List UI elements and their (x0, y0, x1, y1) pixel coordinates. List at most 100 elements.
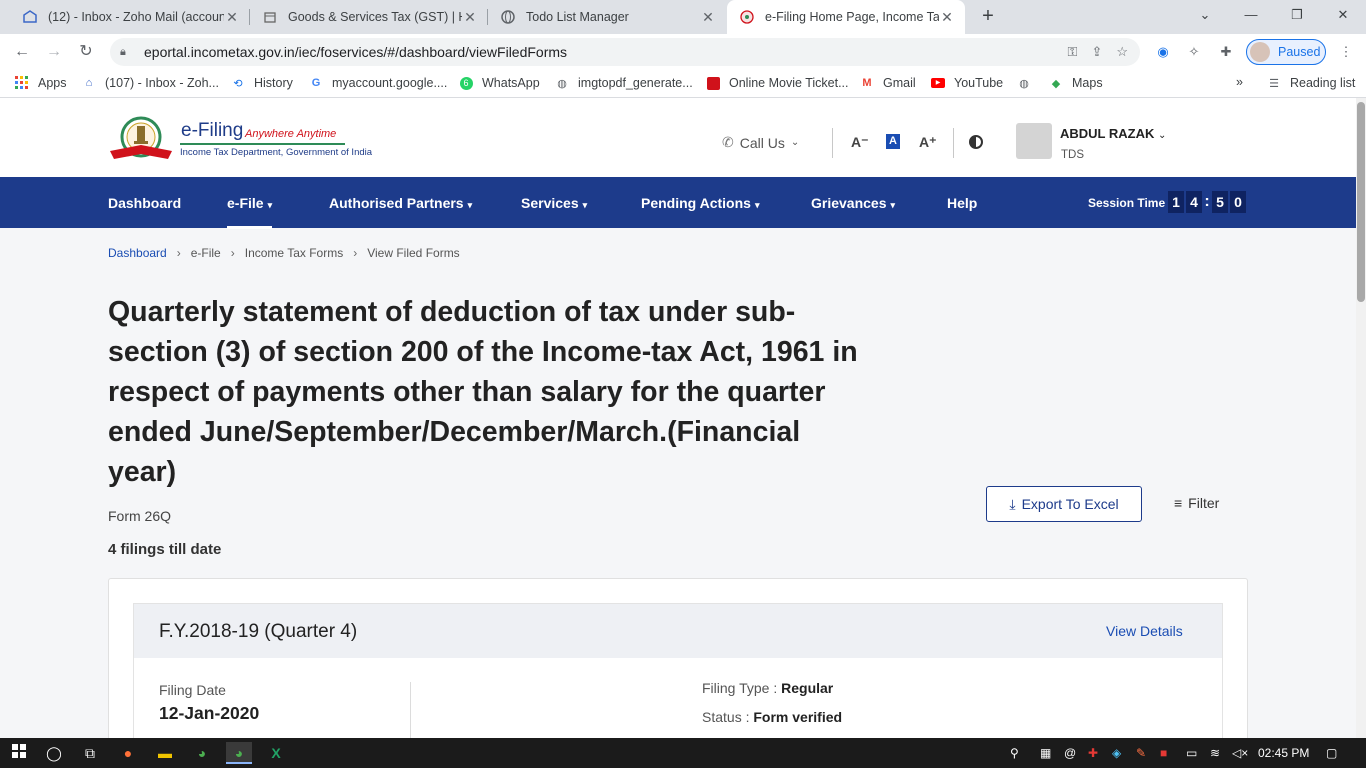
file-explorer-icon[interactable]: ▬ (152, 742, 178, 764)
nav-services[interactable]: Services ▾ (521, 195, 587, 211)
filing-status: Status : Form verified (702, 709, 843, 725)
font-decrease-button[interactable]: A⁻ (851, 134, 869, 151)
bookmark-globe[interactable]: ◍ (1016, 75, 1040, 91)
windows-start-icon[interactable] (6, 742, 32, 764)
close-tab-icon[interactable]: ✕ (939, 9, 955, 26)
people-icon[interactable]: ⚲ (1010, 746, 1019, 760)
extension-icon[interactable]: ✧ (1184, 42, 1204, 62)
close-tab-icon[interactable]: ✕ (462, 9, 478, 26)
tray-app-icon[interactable]: ✎ (1136, 746, 1146, 760)
nav-dashboard[interactable]: Dashboard (108, 195, 181, 211)
minimize-icon[interactable]: — (1228, 0, 1274, 30)
bookmark-imgtopdf[interactable]: ◍ imgtopdf_generate... (554, 75, 692, 91)
extension-icon[interactable]: ◉ (1153, 42, 1173, 62)
whatsapp-icon: 6 (458, 75, 474, 91)
bookmarks-bar: Apps ⌂ (107) - Inbox - Zoh... ⟲ History … (0, 70, 1366, 98)
filing-type: Filing Type : Regular (702, 680, 834, 696)
tray-app-icon[interactable]: ■ (1160, 746, 1167, 760)
bookmark-star-icon[interactable]: ☆ (1116, 44, 1128, 60)
font-normal-button[interactable]: A (886, 134, 900, 149)
nav-efile[interactable]: e-File ▾ (227, 195, 273, 229)
wifi-icon[interactable]: ≋ (1210, 746, 1220, 760)
search-icon[interactable]: ◯ (41, 742, 67, 764)
call-us-menu[interactable]: ✆ Call Us ⌄ (722, 134, 799, 151)
user-role: TDS (1061, 149, 1084, 161)
nav-help[interactable]: Help (947, 195, 977, 211)
breadcrumb-efile[interactable]: e-File (191, 246, 221, 260)
globe-icon (500, 9, 516, 25)
reading-list[interactable]: ☰ Reading list (1266, 75, 1355, 91)
chevron-down-icon: ⌄ (1158, 130, 1167, 141)
browser-tab-gst[interactable]: Goods & Services Tax (GST) | Hon ✕ (250, 0, 488, 34)
filing-card-header: F.Y.2018-19 (Quarter 4) View Details (134, 604, 1222, 658)
key-icon[interactable]: ⚿ (1068, 44, 1078, 60)
puzzle-icon[interactable]: ✚ (1216, 42, 1236, 62)
close-tab-icon[interactable]: ✕ (700, 9, 716, 26)
taskbar-clock[interactable]: 02:45 PM (1258, 746, 1309, 760)
bookmark-maps[interactable]: ◆ Maps (1048, 75, 1103, 91)
kebab-menu-icon[interactable]: ⋮ (1336, 42, 1356, 62)
browser-tab-efiling[interactable]: e-Filing Home Page, Income Tax D ✕ (727, 0, 965, 34)
income-tax-emblem-icon[interactable] (108, 115, 174, 161)
antivirus-icon[interactable]: ✚ (1088, 746, 1098, 760)
chrome-icon[interactable]: ◕ (189, 742, 215, 764)
export-to-excel-button[interactable]: ⤓ Export To Excel (986, 486, 1142, 522)
gst-emblem-icon (262, 9, 278, 25)
breadcrumb-view-filed-forms: View Filed Forms (367, 246, 460, 260)
battery-icon[interactable]: ▭ (1186, 746, 1197, 760)
chevron-right-icon: › (230, 246, 235, 260)
nav-authorised-partners[interactable]: Authorised Partners ▾ (329, 195, 472, 211)
close-tab-icon[interactable]: ✕ (224, 9, 240, 26)
filter-button[interactable]: ≡ Filter (1174, 495, 1219, 511)
view-details-link[interactable]: View Details (1106, 623, 1183, 639)
scrollbar-thumb[interactable] (1357, 102, 1365, 302)
history-icon: ⟲ (233, 77, 243, 90)
font-increase-button[interactable]: A⁺ (919, 134, 937, 151)
bookmark-history[interactable]: ⟲ History (230, 75, 293, 91)
firefox-icon[interactable]: ● (115, 742, 141, 764)
globe-icon: ◍ (557, 77, 567, 90)
more-bookmarks-icon[interactable]: » (1236, 75, 1243, 89)
new-tab-icon[interactable]: + (976, 4, 1000, 28)
breadcrumb: Dashboard › e-File › Income Tax Forms › … (108, 246, 460, 260)
nav-grievances[interactable]: Grievances ▾ (811, 195, 895, 211)
brand-divider (180, 143, 345, 145)
maps-pin-icon: ◆ (1051, 77, 1061, 90)
browser-tab-zoho[interactable]: (12) - Inbox - Zoho Mail (account ✕ (10, 0, 250, 34)
chrome-active-icon[interactable]: ◕ (226, 742, 252, 764)
browser-tab-todo[interactable]: Todo List Manager ✕ (488, 0, 726, 34)
tray-app-icon[interactable]: ▦ (1040, 746, 1051, 760)
volume-muted-icon[interactable]: ◁× (1232, 746, 1248, 760)
url-input[interactable]: 🔒︎ eportal.incometax.gov.in/iec/foservic… (110, 38, 1140, 66)
bookmark-youtube[interactable]: ▶ YouTube (930, 75, 1003, 91)
bookmark-movie-tickets[interactable]: Online Movie Ticket... (705, 75, 849, 91)
bookmark-zoho[interactable]: ⌂ (107) - Inbox - Zoh... (81, 75, 219, 91)
session-time-label: Session Time (1088, 196, 1166, 210)
bookmark-gmail[interactable]: M Gmail (859, 75, 915, 91)
task-view-icon[interactable]: ⧉ (77, 742, 103, 764)
share-icon[interactable]: ⇪ (1091, 44, 1102, 60)
avatar[interactable] (1016, 123, 1052, 159)
contrast-toggle-icon[interactable] (969, 135, 983, 149)
bookmark-apps[interactable]: Apps (14, 75, 67, 91)
forward-icon[interactable]: → (42, 40, 66, 64)
breadcrumb-income-tax-forms[interactable]: Income Tax Forms (245, 246, 343, 260)
window-close-icon[interactable]: ✕ (1320, 0, 1366, 30)
restore-icon[interactable]: ❐ (1274, 0, 1320, 30)
filing-date-label: Filing Date (159, 682, 226, 698)
filing-date-value: 12-Jan-2020 (159, 703, 260, 723)
nav-pending-actions[interactable]: Pending Actions ▾ (641, 195, 759, 211)
reload-icon[interactable]: ↻ (74, 40, 98, 64)
user-menu[interactable]: ABDUL RAZAK ⌄ (1060, 126, 1166, 141)
notifications-icon[interactable]: ▢ (1326, 746, 1337, 760)
excel-icon[interactable]: X (263, 742, 289, 764)
back-icon[interactable]: ← (10, 40, 34, 64)
shield-icon[interactable]: ◈ (1112, 746, 1121, 760)
tray-app-icon[interactable]: @ (1064, 746, 1076, 760)
breadcrumb-dashboard[interactable]: Dashboard (108, 246, 167, 260)
tab-search-icon[interactable]: ⌄ (1182, 0, 1228, 30)
session-timer: 1 4 : 5 0 (1168, 191, 1246, 213)
profile-button[interactable]: Paused (1246, 39, 1326, 65)
bookmark-google-account[interactable]: G myaccount.google.... (308, 75, 448, 91)
bookmark-whatsapp[interactable]: 6 WhatsApp (458, 75, 540, 91)
